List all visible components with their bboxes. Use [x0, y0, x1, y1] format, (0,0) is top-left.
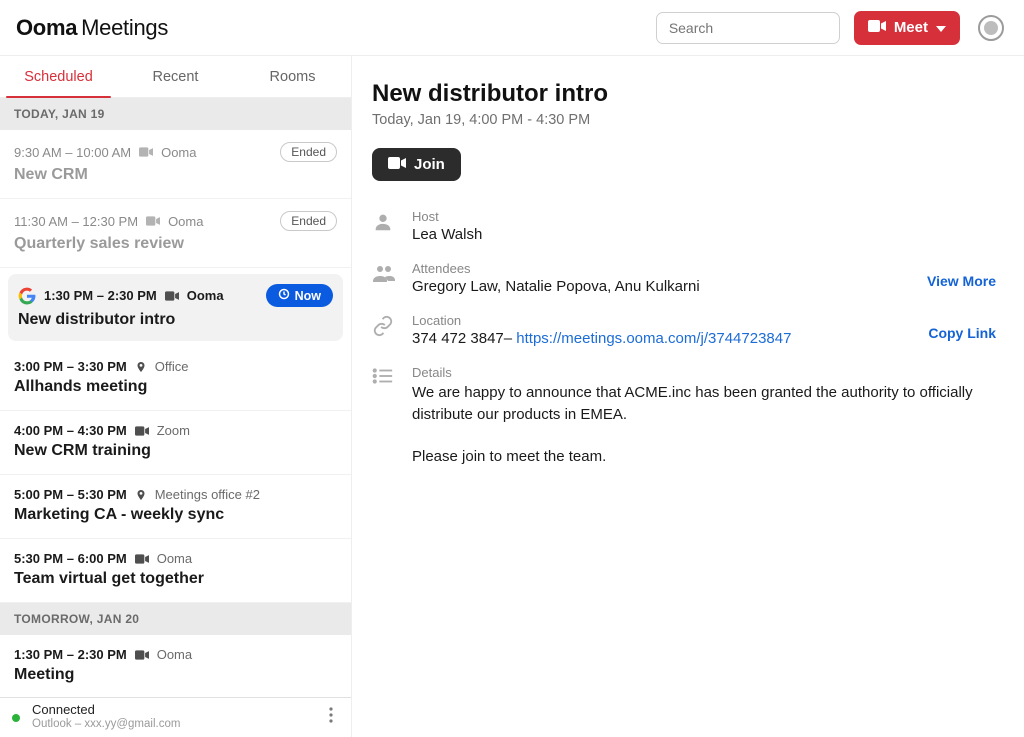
field-details: Details We are happy to announce that AC…: [372, 365, 996, 467]
video-icon: [165, 291, 179, 301]
meeting-time: 11:30 AM – 12:30 PM: [14, 214, 138, 229]
meeting-title: New CRM: [14, 166, 337, 184]
meeting-item[interactable]: 5:30 PM – 6:00 PM Ooma Team virtual get …: [0, 539, 351, 603]
meeting-title: Team virtual get together: [14, 570, 337, 588]
section-today: TODAY, JAN 19: [0, 98, 351, 130]
video-icon: [146, 216, 160, 226]
meeting-provider: Office: [155, 359, 189, 374]
join-label: Join: [414, 156, 445, 173]
details-paragraph-2: Please join to meet the team.: [412, 446, 996, 468]
meeting-title: Quarterly sales review: [14, 235, 337, 253]
meeting-time: 1:30 PM – 2:30 PM: [44, 288, 157, 303]
connection-account: Outlook – xxx.yy@gmail.com: [32, 718, 180, 731]
tab-scheduled[interactable]: Scheduled: [0, 56, 117, 97]
host-label: Host: [412, 209, 996, 224]
meeting-time: 9:30 AM – 10:00 AM: [14, 145, 131, 160]
people-icon: [372, 263, 396, 288]
status-dot-icon: [12, 714, 20, 722]
connection-status-bar: Connected Outlook – xxx.yy@gmail.com: [0, 697, 351, 737]
meeting-item[interactable]: 4:00 PM – 4:30 PM Zoom New CRM training: [0, 411, 351, 475]
detail-time: Today, Jan 19, 4:00 PM - 4:30 PM: [372, 112, 996, 128]
video-icon: [135, 650, 149, 660]
details-label: Details: [412, 365, 996, 380]
clock-icon: [278, 288, 290, 303]
meeting-title: Meeting: [14, 666, 337, 684]
location-value: 374 472 3847– https://meetings.ooma.com/…: [412, 330, 912, 347]
meeting-provider: Ooma: [187, 288, 224, 303]
profile-avatar[interactable]: [978, 15, 1004, 41]
link-icon: [372, 315, 396, 342]
meeting-provider: Meetings office #2: [155, 487, 260, 502]
join-button[interactable]: Join: [372, 148, 461, 181]
ended-pill: Ended: [280, 142, 337, 162]
chevron-down-icon: [936, 19, 946, 36]
now-pill: Now: [266, 284, 333, 307]
google-icon: [18, 287, 36, 305]
attendees-value: Gregory Law, Natalie Popova, Anu Kulkarn…: [412, 278, 911, 295]
video-icon: [135, 426, 149, 436]
detail-title: New distributor intro: [372, 80, 996, 108]
sidebar-tabs: Scheduled Recent Rooms: [0, 56, 351, 98]
brand-logo: Ooma Meetings: [16, 15, 168, 41]
meeting-title: New CRM training: [14, 442, 337, 460]
meeting-item[interactable]: 11:30 AM – 12:30 PM Ooma Ended Quarterly…: [0, 199, 351, 268]
copy-link[interactable]: Copy Link: [928, 325, 996, 341]
tab-recent[interactable]: Recent: [117, 56, 234, 97]
search-input[interactable]: [656, 12, 840, 44]
list-icon: [372, 367, 396, 390]
meeting-time: 1:30 PM – 2:30 PM: [14, 647, 127, 662]
meeting-item-selected[interactable]: 1:30 PM – 2:30 PM Ooma Now New distribut…: [8, 274, 343, 341]
video-icon: [868, 19, 886, 36]
location-pin-icon: [135, 360, 147, 374]
location-label: Location: [412, 313, 912, 328]
connection-status: Connected: [32, 703, 180, 718]
video-icon: [139, 147, 153, 157]
meeting-title: Allhands meeting: [14, 378, 337, 396]
meeting-item[interactable]: 1:30 PM – 2:30 PM Ooma Meeting: [0, 635, 351, 698]
meeting-item[interactable]: 3:00 PM – 3:30 PM Office Allhands meetin…: [0, 347, 351, 411]
meet-button[interactable]: Meet: [854, 11, 960, 45]
meeting-title: New distributor intro: [18, 311, 333, 329]
brand-primary: Ooma: [16, 15, 77, 41]
details-paragraph-1: We are happy to announce that ACME.inc h…: [412, 382, 996, 426]
detail-pane: New distributor intro Today, Jan 19, 4:0…: [352, 56, 1024, 737]
ended-pill: Ended: [280, 211, 337, 231]
field-attendees: Attendees Gregory Law, Natalie Popova, A…: [372, 261, 996, 295]
section-tomorrow: TOMORROW, JAN 20: [0, 603, 351, 635]
sidebar: Scheduled Recent Rooms TODAY, JAN 19 9:3…: [0, 56, 352, 737]
meeting-provider: Ooma: [157, 647, 192, 662]
meeting-time: 5:30 PM – 6:00 PM: [14, 551, 127, 566]
meeting-item[interactable]: 5:00 PM – 5:30 PM Meetings office #2 Mar…: [0, 475, 351, 539]
meeting-provider: Ooma: [168, 214, 203, 229]
field-host: Host Lea Walsh: [372, 209, 996, 243]
meet-label: Meet: [894, 19, 928, 36]
meeting-title: Marketing CA - weekly sync: [14, 506, 337, 524]
more-menu-button[interactable]: [323, 703, 339, 732]
meeting-time: 3:00 PM – 3:30 PM: [14, 359, 127, 374]
brand-secondary: Meetings: [81, 15, 168, 41]
meeting-item[interactable]: 9:30 AM – 10:00 AM Ooma Ended New CRM: [0, 130, 351, 199]
meeting-link[interactable]: https://meetings.ooma.com/j/3744723847: [516, 330, 791, 347]
meeting-provider: Ooma: [161, 145, 196, 160]
field-location: Location 374 472 3847– https://meetings.…: [372, 313, 996, 347]
host-value: Lea Walsh: [412, 226, 996, 243]
person-icon: [372, 211, 396, 238]
video-icon: [135, 554, 149, 564]
topbar: Ooma Meetings Meet: [0, 0, 1024, 56]
meeting-provider: Zoom: [157, 423, 190, 438]
attendees-label: Attendees: [412, 261, 911, 276]
meeting-provider: Ooma: [157, 551, 192, 566]
location-pin-icon: [135, 488, 147, 502]
tab-rooms[interactable]: Rooms: [234, 56, 351, 97]
meeting-time: 5:00 PM – 5:30 PM: [14, 487, 127, 502]
meeting-time: 4:00 PM – 4:30 PM: [14, 423, 127, 438]
video-icon: [388, 156, 406, 173]
view-more-link[interactable]: View More: [927, 273, 996, 289]
